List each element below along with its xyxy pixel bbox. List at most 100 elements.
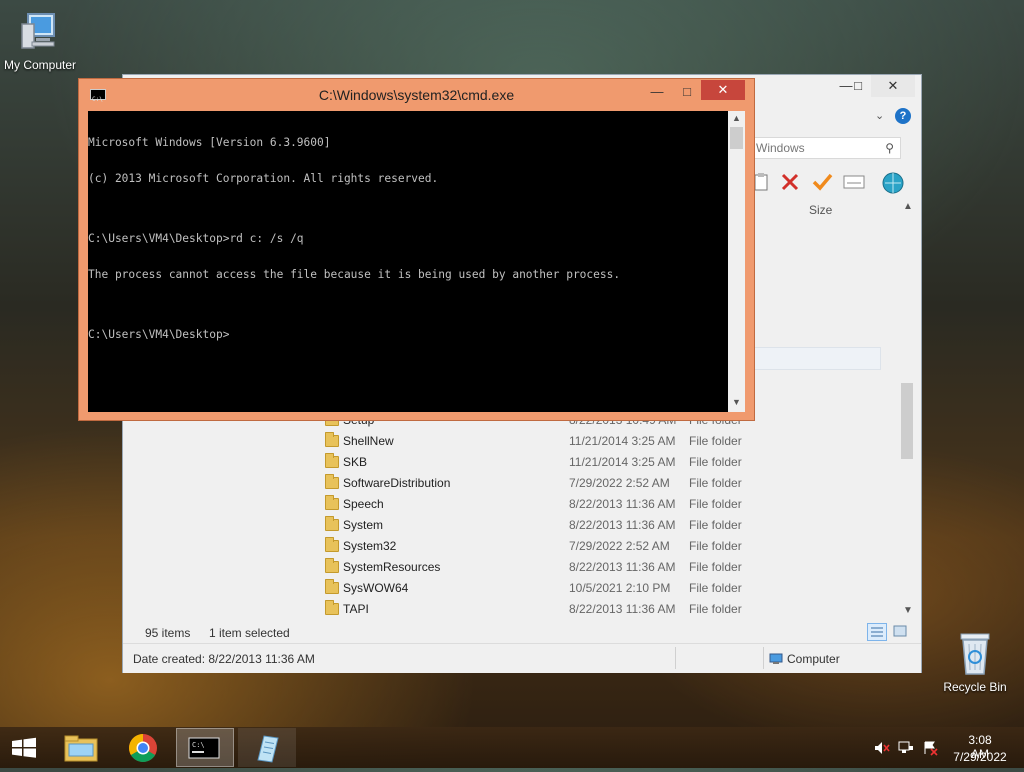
file-name: SysWOW64 (343, 581, 409, 595)
search-placeholder: Windows (756, 141, 805, 155)
taskbar-cmd[interactable]: C:\ (176, 728, 234, 767)
delete-x-icon (781, 173, 799, 191)
file-name: SoftwareDistribution (343, 476, 451, 490)
console-line: (c) 2013 Microsoft Corporation. All righ… (88, 172, 439, 185)
selection-count: 1 item selected (209, 626, 290, 640)
network-button[interactable] (881, 171, 905, 195)
table-row[interactable]: Speech 8/22/2013 11:36 AM File folder (323, 494, 923, 515)
scroll-up-arrow-icon[interactable]: ▲ (732, 113, 741, 123)
volume-muted-icon[interactable] (874, 741, 890, 755)
details-bar: Date created: 8/22/2013 11:36 AM Compute… (123, 643, 921, 673)
folder-icon (325, 558, 339, 573)
desktop-icon-label: Recycle Bin (943, 680, 1007, 694)
cmd-close-button[interactable]: ✕ (701, 80, 745, 100)
table-row[interactable]: TAPI 8/22/2013 11:36 AM File folder (323, 599, 923, 620)
details-divider (763, 647, 764, 669)
taskbar: C:\ 3:08 AM 7/29/2022 (0, 727, 1024, 768)
file-explorer-icon (64, 735, 98, 762)
file-type: File folder (689, 455, 742, 469)
file-date: 8/22/2013 11:36 AM (569, 602, 676, 616)
folder-icon (325, 495, 339, 510)
table-row[interactable]: SysWOW64 10/5/2021 2:10 PM File folder (323, 578, 923, 599)
location-text: Computer (787, 652, 840, 666)
search-input[interactable]: Windows ⚲ (751, 137, 901, 159)
minimize-icon: — (650, 84, 664, 99)
check-button[interactable] (811, 171, 833, 193)
table-row[interactable]: System32 7/29/2022 2:52 AM File folder (323, 536, 923, 557)
file-type: File folder (689, 581, 742, 595)
console-line: Microsoft Windows [Version 6.3.9600] (88, 136, 331, 149)
file-date: 11/21/2014 3:25 AM (569, 434, 676, 448)
file-date: 8/22/2013 11:36 AM (569, 560, 676, 574)
file-type: File folder (689, 434, 742, 448)
taskbar-notepad[interactable] (238, 728, 296, 767)
table-row[interactable]: SystemResources 8/22/2013 11:36 AM File … (323, 557, 923, 578)
folder-icon (325, 474, 339, 489)
desktop-icon-recycle-bin[interactable]: Recycle Bin (935, 630, 1015, 694)
action-center-warning-icon[interactable] (922, 740, 938, 756)
file-name: ShellNew (343, 434, 394, 448)
column-header-size[interactable]: Size (809, 203, 832, 217)
scroll-up-arrow-icon[interactable]: ▲ (903, 201, 913, 212)
file-type: File folder (689, 560, 742, 574)
file-date: 11/21/2014 3:25 AM (569, 455, 676, 469)
desktop-icon-my-computer[interactable]: My Computer (0, 8, 80, 72)
file-name: SystemResources (343, 560, 441, 574)
ribbon-collapse-chevron[interactable]: ⌄ (875, 109, 889, 122)
file-date: 8/22/2013 11:36 AM (569, 497, 676, 511)
rename-icon (843, 175, 865, 189)
explorer-close-button[interactable]: ✕ (871, 75, 915, 97)
scroll-down-arrow-icon[interactable]: ▼ (732, 397, 741, 407)
console-line: C:\Users\VM4\Desktop>rd c: /s /q (88, 232, 304, 245)
folder-icon (325, 579, 339, 594)
help-button[interactable]: ? (895, 108, 911, 124)
table-row[interactable]: SoftwareDistribution 7/29/2022 2:52 AM F… (323, 473, 923, 494)
file-type: File folder (689, 497, 742, 511)
folder-icon (325, 537, 339, 552)
recycle-bin-icon (955, 630, 995, 678)
file-type: File folder (689, 539, 742, 553)
file-date: 8/22/2013 11:36 AM (569, 518, 676, 532)
computer-small-icon (769, 652, 783, 664)
file-name: Speech (343, 497, 384, 511)
notepad-icon (257, 735, 279, 763)
folder-icon (325, 516, 339, 531)
console-line: C:\Users\VM4\Desktop> (88, 328, 230, 341)
console-output[interactable]: Microsoft Windows [Version 6.3.9600] (c)… (88, 111, 728, 412)
chevron-down-icon: ⌄ (875, 110, 885, 122)
taskbar-file-explorer[interactable] (52, 728, 110, 767)
close-icon: ✕ (717, 82, 729, 97)
table-row[interactable]: SKB 11/21/2014 3:25 AM File folder (323, 452, 923, 473)
maximize-icon: □ (854, 78, 862, 93)
large-icons-view-button[interactable] (891, 623, 911, 641)
file-type: File folder (689, 476, 742, 490)
folder-icon (325, 453, 339, 468)
selected-row-highlight (753, 347, 881, 370)
desktop-icon-label: My Computer (3, 58, 77, 72)
taskbar-chrome[interactable] (114, 728, 172, 767)
cmd-maximize-button[interactable]: □ (674, 81, 700, 103)
chrome-icon (129, 734, 157, 762)
file-name: SKB (343, 455, 368, 469)
cmd-scrollbar-thumb[interactable] (730, 127, 743, 149)
maximize-icon: □ (683, 84, 691, 99)
close-icon: ✕ (887, 78, 899, 93)
start-button[interactable] (0, 728, 48, 767)
clock-date[interactable]: 7/29/2022 (952, 750, 1008, 764)
rename-button[interactable] (843, 174, 865, 190)
explorer-maximize-button[interactable]: □ (845, 75, 871, 97)
file-name: System (343, 518, 384, 532)
search-icon: ⚲ (885, 141, 894, 155)
details-view-button[interactable] (867, 623, 887, 641)
help-icon: ? (899, 110, 907, 122)
cmd-minimize-button[interactable]: — (644, 81, 670, 103)
table-row[interactable]: System 8/22/2013 11:36 AM File folder (323, 515, 923, 536)
table-row[interactable]: ShellNew 11/21/2014 3:25 AM File folder (323, 431, 923, 452)
cmd-scrollbar[interactable]: ▲ ▼ (728, 111, 745, 412)
item-count: 95 items (145, 626, 191, 640)
checkmark-icon (812, 173, 833, 191)
network-icon[interactable] (898, 740, 914, 756)
delete-button[interactable] (779, 171, 801, 193)
details-view-icon (871, 627, 883, 637)
cmd-taskbar-icon: C:\ (188, 737, 220, 759)
